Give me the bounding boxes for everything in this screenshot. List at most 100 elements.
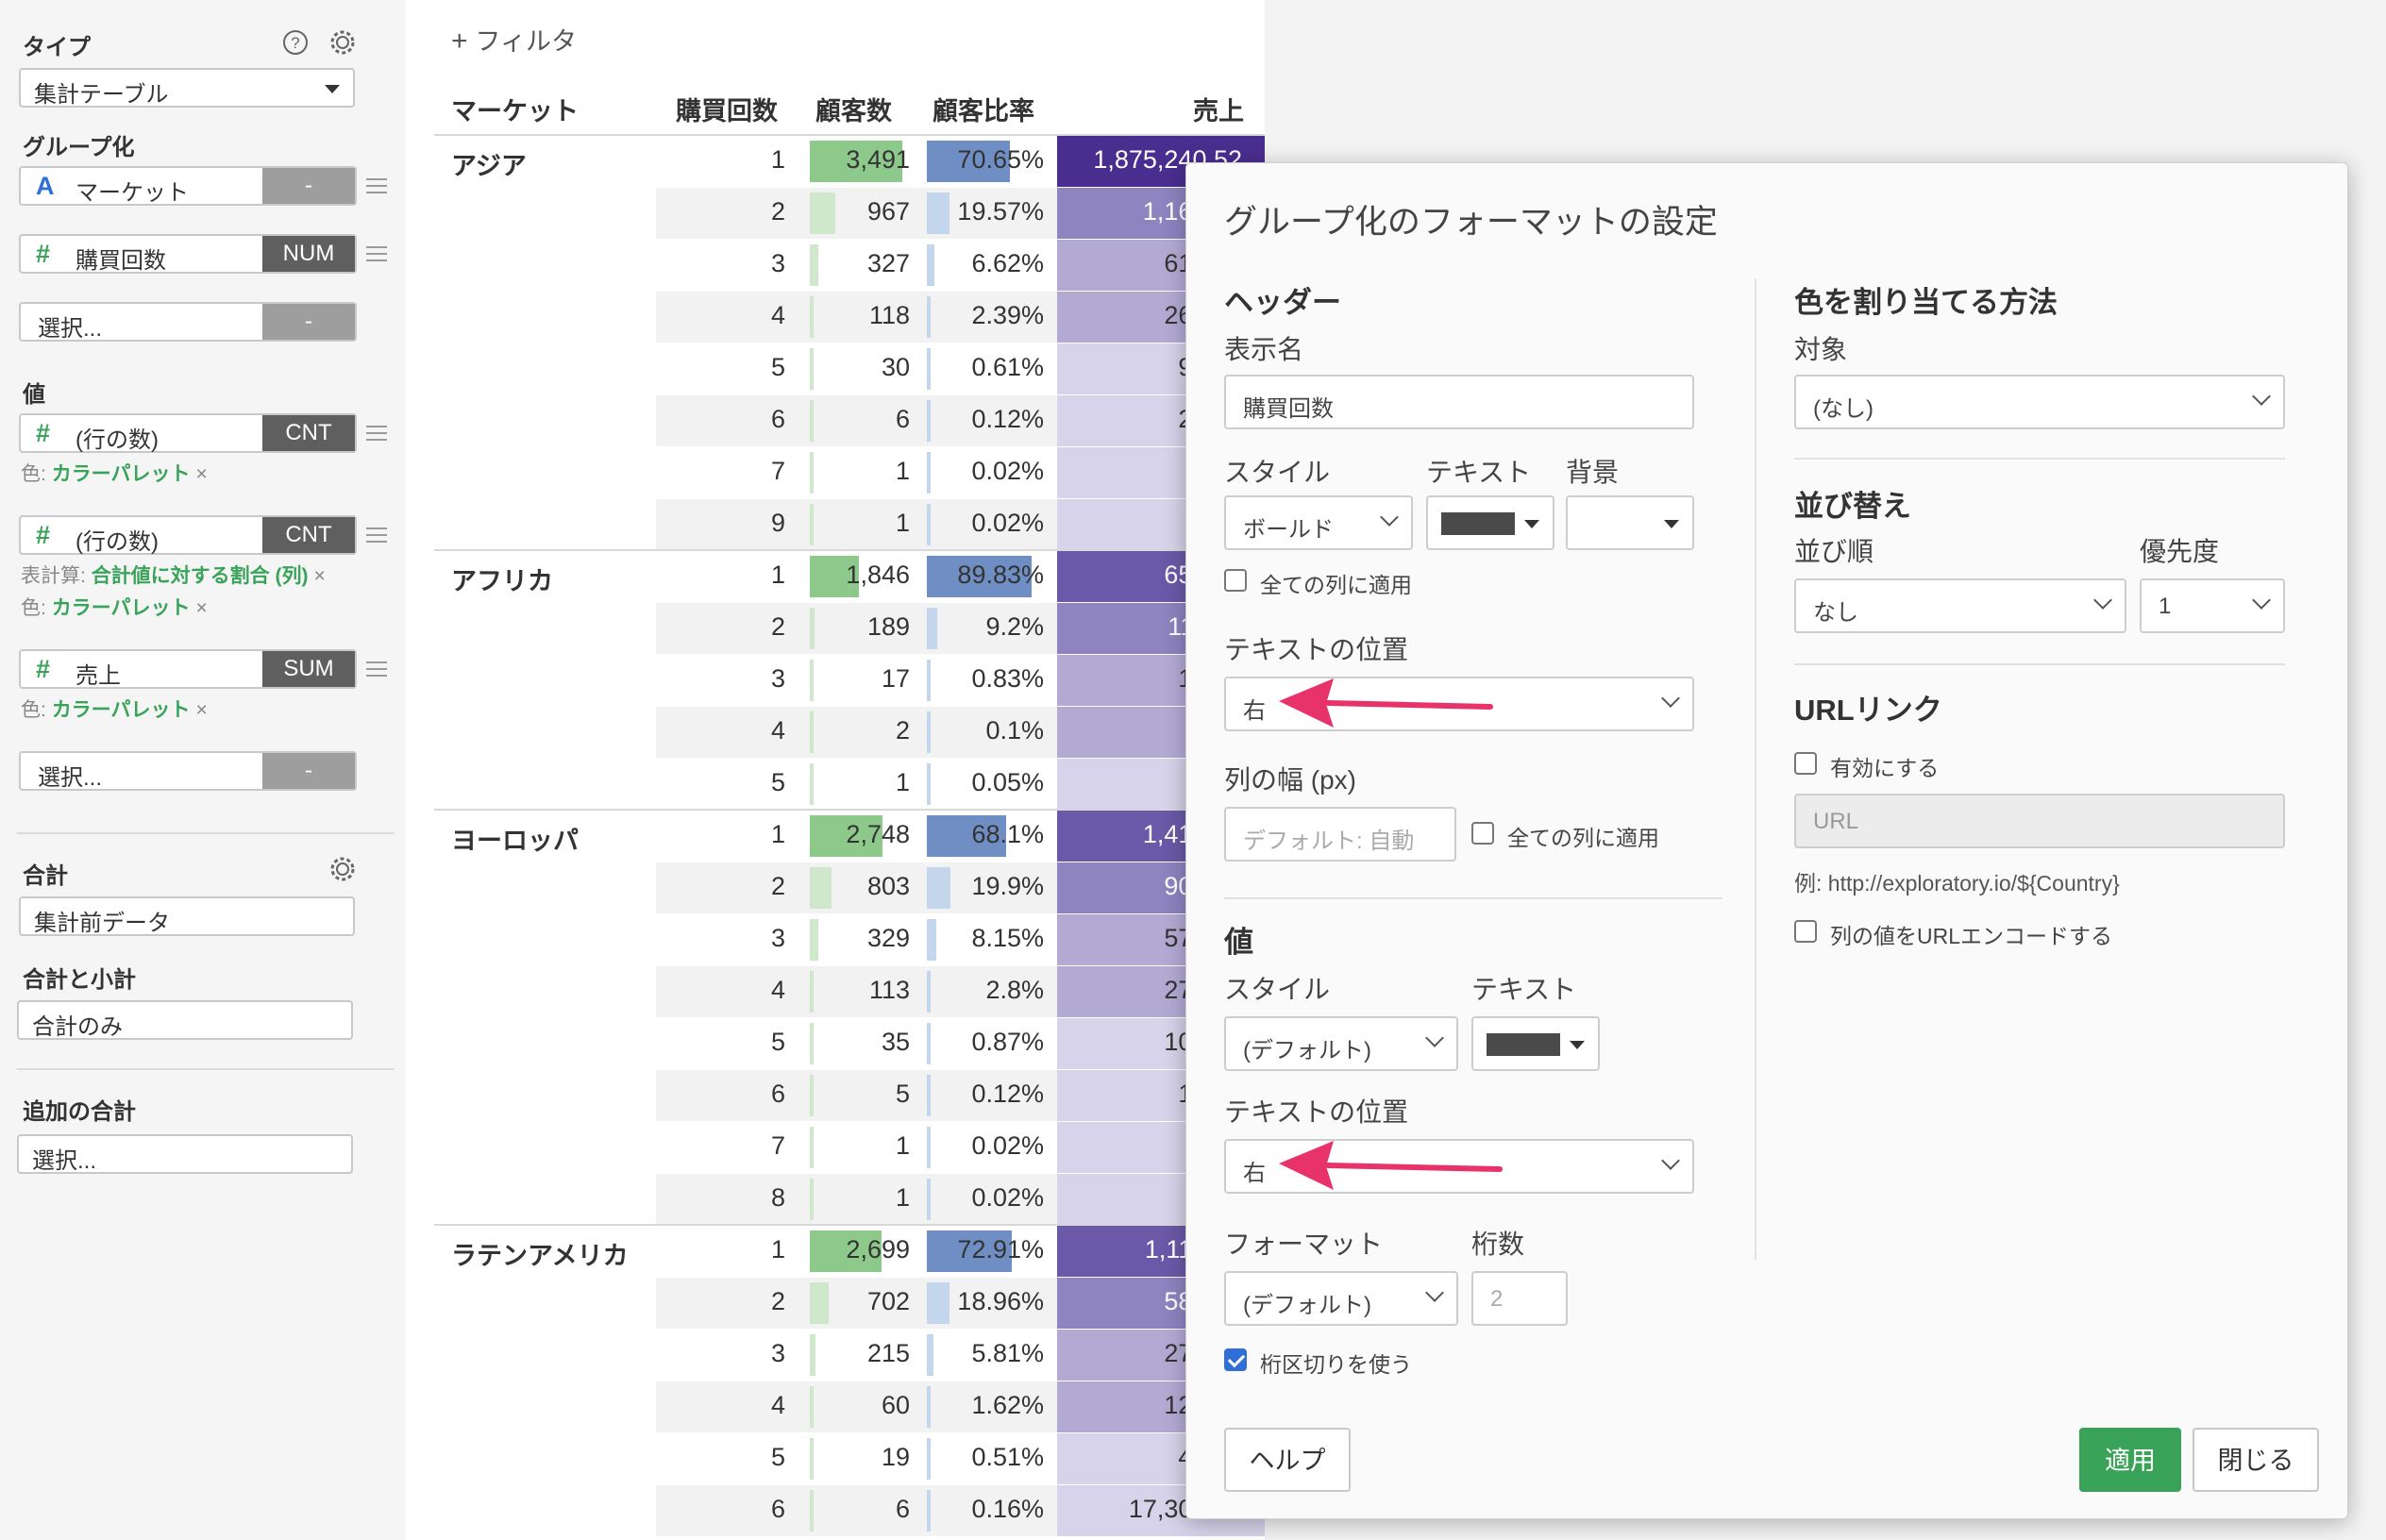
number-type-icon: # (36, 655, 51, 683)
plus-icon: + (451, 25, 468, 57)
value-field-badge[interactable]: - (262, 753, 355, 789)
color-palette-link[interactable]: カラーパレット (52, 699, 191, 721)
value-field-row-count-1[interactable]: # (行の数) CNT (19, 413, 357, 453)
customers-cell: 1 (895, 509, 910, 537)
header-apply-all-checkbox[interactable] (1224, 569, 1247, 592)
extra-total-select-value: 選択... (32, 1148, 97, 1174)
url-encode-checkbox[interactable] (1794, 920, 1817, 943)
target-select[interactable]: (なし) (1794, 375, 2285, 429)
help-icon[interactable]: ? (281, 28, 310, 57)
thousands-separator-label: 桁区切りを使う (1260, 1352, 1412, 1377)
group-field-select[interactable]: 選択... - (19, 302, 357, 342)
remove-icon[interactable]: × (314, 565, 326, 587)
color-prefix: 色: (21, 463, 46, 485)
col-width-input[interactable]: デフォルト: 自動 (1224, 807, 1456, 862)
subtotal-select[interactable]: 合計のみ (17, 1000, 353, 1040)
digits-input[interactable]: 2 (1471, 1271, 1568, 1326)
group-field-market[interactable]: A マーケット - (19, 166, 357, 206)
value-field-badge[interactable]: SUM (262, 651, 355, 687)
ratio-cell: 0.12% (971, 405, 1044, 433)
ratio-cell: 70.65% (957, 145, 1044, 174)
purchase-count-cell: 3 (770, 924, 785, 952)
total-select[interactable]: 集計前データ (19, 896, 355, 936)
type-select-value: 集計テーブル (34, 82, 169, 108)
value-field-row-count-2[interactable]: # (行の数) CNT (19, 515, 357, 555)
customers-cell: 189 (866, 612, 910, 641)
gear-icon[interactable] (328, 855, 357, 883)
remove-icon[interactable]: × (195, 463, 207, 485)
extra-total-select[interactable]: 選択... (17, 1134, 353, 1174)
total-select-value: 集計前データ (34, 911, 170, 936)
header-style-select[interactable]: ボールド (1224, 495, 1413, 550)
sort-title: 並び替え (1794, 490, 1911, 523)
customers-cell: 19 (881, 1443, 910, 1471)
drag-handle-icon[interactable] (366, 421, 387, 445)
remove-icon[interactable]: × (195, 597, 207, 619)
url-enable-checkbox[interactable] (1794, 752, 1817, 775)
purchase-count-cell: 6 (770, 1495, 785, 1523)
ratio-cell: 72.91% (957, 1235, 1044, 1264)
group-field-badge[interactable]: NUM (262, 236, 355, 272)
drag-handle-icon[interactable] (366, 523, 387, 547)
url-encode-label: 列の値をURLエンコードする (1830, 924, 2113, 948)
header-text-color-picker[interactable] (1426, 495, 1554, 550)
purchase-count-cell: 7 (770, 457, 785, 485)
caret-down-icon (1664, 520, 1679, 528)
header-customers[interactable]: 顧客数 (815, 91, 892, 127)
apply-button[interactable]: 適用 (2079, 1428, 2181, 1492)
url-link-title: URLリンク (1794, 694, 1942, 727)
header-background-color-picker[interactable] (1566, 495, 1694, 550)
url-input[interactable]: URL (1794, 794, 2285, 848)
customers-cell: 118 (868, 301, 910, 329)
purchase-count-cell: 3 (770, 1339, 785, 1367)
col-width-apply-all-checkbox[interactable] (1471, 822, 1494, 845)
customers-cell: 329 (866, 924, 910, 952)
ratio-cell: 68.1% (971, 820, 1044, 848)
drag-handle-icon[interactable] (366, 657, 387, 681)
value-field-select[interactable]: 選択... - (19, 751, 357, 791)
drag-handle-icon[interactable] (366, 174, 387, 198)
sort-order-select[interactable]: なし (1794, 578, 2126, 633)
left-panel: タイプ ? 集計テーブル グループ化 A マーケット - # 購買回数 NUM … (0, 0, 406, 1540)
chevron-down-icon (2093, 591, 2112, 610)
value-field-badge[interactable]: CNT (262, 415, 355, 451)
drag-handle-icon[interactable] (366, 242, 387, 266)
filter-button[interactable]: + フィルタ (451, 21, 577, 58)
thousands-separator-checkbox[interactable] (1224, 1348, 1247, 1371)
remove-icon[interactable]: × (195, 699, 207, 721)
filter-label: フィルタ (475, 27, 577, 56)
type-select[interactable]: 集計テーブル (19, 68, 355, 108)
ratio-cell: 0.02% (971, 1131, 1044, 1160)
color-palette-link[interactable]: カラーパレット (52, 597, 191, 619)
value-style-select[interactable]: (デフォルト) (1224, 1016, 1458, 1071)
group-field-badge[interactable]: - (262, 168, 355, 204)
ratio-cell: 18.96% (957, 1287, 1044, 1315)
col-width-apply-all-label: 全ての列に適用 (1507, 826, 1659, 850)
color-palette-link[interactable]: カラーパレット (52, 463, 191, 485)
customers-cell: 6 (895, 405, 910, 433)
value-field-sales[interactable]: # 売上 SUM (19, 649, 357, 689)
priority-select[interactable]: 1 (2140, 578, 2285, 633)
group-field-badge[interactable]: - (262, 304, 355, 340)
value-field-badge[interactable]: CNT (262, 517, 355, 553)
close-button[interactable]: 閉じる (2193, 1428, 2319, 1492)
ratio-cell: 0.02% (971, 509, 1044, 537)
value-text-color-picker[interactable] (1471, 1016, 1600, 1071)
help-button[interactable]: ヘルプ (1224, 1428, 1351, 1492)
header-ratio[interactable]: 顧客比率 (933, 91, 1034, 127)
display-name-input[interactable]: 購買回数 (1224, 375, 1694, 429)
ratio-cell: 0.16% (971, 1495, 1044, 1523)
color-note: 色: カラーパレット × (21, 695, 208, 723)
column-divider (1755, 278, 1756, 1260)
group-name: アフリカ (451, 567, 553, 595)
ratio-cell: 9.2% (985, 612, 1044, 641)
header-market[interactable]: マーケット (451, 91, 579, 127)
group-field-purchase-count[interactable]: # 購買回数 NUM (19, 234, 357, 274)
gear-icon[interactable] (328, 28, 357, 57)
header-purchase-count[interactable]: 購買回数 (676, 91, 778, 127)
value-field-placeholder: 選択... (38, 765, 103, 791)
calc-link[interactable]: 合計値に対する割合 (列) (92, 565, 309, 587)
header-sales[interactable]: 売上 (1193, 91, 1244, 127)
format-select[interactable]: (デフォルト) (1224, 1271, 1458, 1326)
caret-down-icon (1524, 520, 1539, 528)
